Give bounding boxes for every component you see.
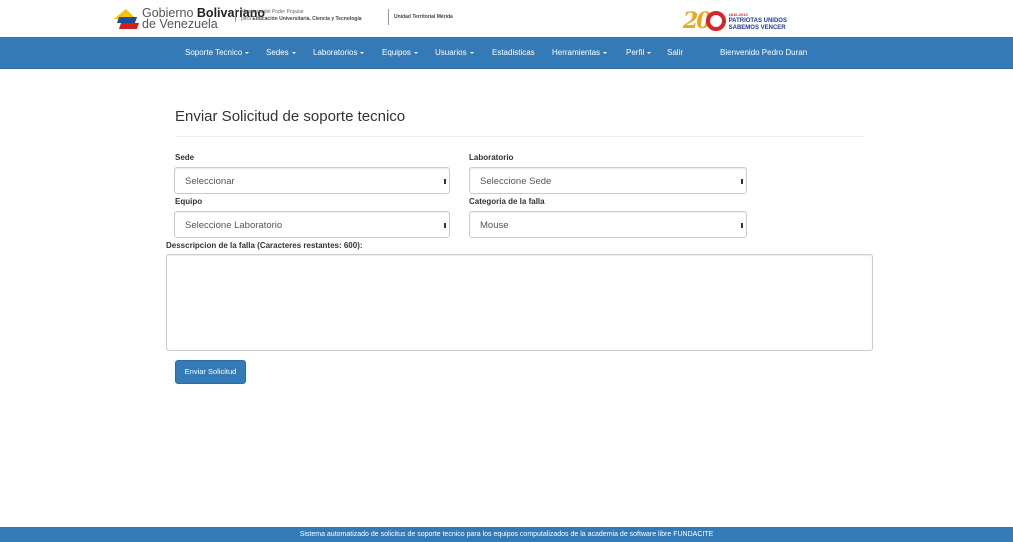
nav-sedes[interactable]: Sedes	[266, 37, 296, 69]
dropdown-arrow-icon	[741, 179, 743, 184]
categoria-label: Categoria de la falla	[469, 197, 545, 206]
nav-laboratorios[interactable]: Laboratorios	[313, 37, 365, 69]
sede-label: Sede	[175, 153, 195, 162]
dropdown-arrow-icon	[444, 223, 446, 228]
nav-herramientas[interactable]: Herramientas	[552, 37, 608, 69]
descripcion-label: Desscripcion de la falla (Caracteres res…	[166, 241, 363, 250]
equipo-select[interactable]: Seleccione Laboratorio	[174, 211, 450, 238]
page-title: Enviar Solicitud de soporte tecnico	[175, 108, 406, 125]
caret-down-icon	[360, 51, 365, 54]
footer: Sistema automatizado de solicitus de sop…	[0, 527, 1013, 542]
laboratorio-label: Laboratorio	[469, 153, 514, 162]
main-navbar: Soporte Tecnico Sedes Laboratorios Equip…	[0, 37, 1013, 69]
dropdown-arrow-icon	[444, 179, 446, 184]
nav-soporte-tecnico[interactable]: Soporte Tecnico	[185, 37, 250, 69]
descripcion-textarea[interactable]	[166, 254, 873, 351]
bicentenario-logo: 20 1810-2010 PATRIOTAS UNIDOS SABEMOS VE…	[683, 8, 787, 34]
nav-welcome-user: Bienvenido Pedro Duran	[720, 48, 808, 57]
footer-text: Sistema automatizado de solicitus de sop…	[299, 531, 714, 538]
nav-equipos[interactable]: Equipos	[382, 37, 418, 69]
bicentenario-slogan: 1810-2010 PATRIOTAS UNIDOS SABEMOS VENCE…	[728, 11, 787, 31]
caret-down-icon	[413, 51, 418, 54]
caret-down-icon	[291, 51, 296, 54]
caret-down-icon	[647, 51, 652, 54]
territorial-unit: Unidad Territorial Mérida	[388, 9, 453, 25]
ministry-name: Ministerio del Poder Popular para Educac…	[235, 9, 362, 22]
title-divider	[175, 136, 865, 137]
equipo-label: Equipo	[175, 197, 203, 206]
sede-select[interactable]: Seleccionar	[174, 167, 450, 194]
nav-salir[interactable]: Salir	[667, 37, 683, 69]
laboratorio-select[interactable]: Seleccione Sede	[469, 167, 747, 194]
caret-down-icon	[603, 51, 608, 54]
nav-estadisticas[interactable]: Estadisticas	[492, 37, 535, 69]
dropdown-arrow-icon	[741, 223, 743, 228]
categoria-select[interactable]: Mouse	[469, 211, 747, 238]
caret-down-icon	[245, 51, 250, 54]
nav-usuarios[interactable]: Usuarios	[435, 37, 474, 69]
top-banner: Gobierno Bolivariano de Venezuela Minist…	[0, 0, 1013, 37]
enviar-solicitud-button[interactable]: Enviar Solicitud	[175, 360, 246, 384]
nav-perfil[interactable]: Perfil	[626, 37, 652, 69]
caret-down-icon	[469, 51, 474, 54]
venezuela-flag-icon	[114, 7, 140, 31]
bicentenario-ring-icon	[705, 11, 726, 31]
